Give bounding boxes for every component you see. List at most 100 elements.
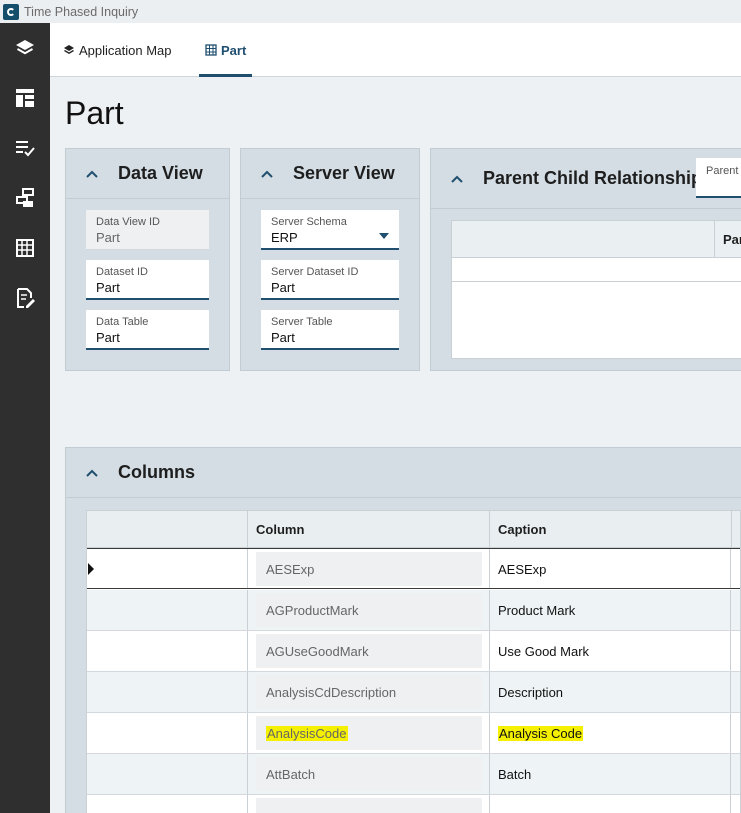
field-label: Data View ID bbox=[96, 216, 160, 228]
caption-cell[interactable] bbox=[489, 795, 731, 813]
caption-cell[interactable]: AESExp bbox=[489, 549, 731, 588]
row-selector[interactable] bbox=[87, 631, 247, 671]
caption-cell[interactable]: Product Mark bbox=[489, 590, 731, 630]
chevron-up-icon[interactable] bbox=[261, 168, 273, 180]
highlighted-text: AnalysisCode bbox=[266, 726, 348, 741]
column-value: AttBatch bbox=[256, 757, 482, 791]
column-cell[interactable]: AttBatch bbox=[247, 754, 489, 794]
table-row[interactable]: AnalysisCdDescription Description bbox=[87, 672, 740, 713]
field-label: Data Table bbox=[96, 316, 149, 328]
data-table-field[interactable]: Data Table Part bbox=[86, 310, 209, 350]
table-row[interactable]: AttBatch Batch bbox=[87, 754, 740, 795]
table-row[interactable] bbox=[452, 258, 741, 282]
app-logo-icon bbox=[3, 3, 19, 20]
grid-header: Parent bbox=[452, 221, 741, 258]
caption-cell[interactable]: Batch bbox=[489, 754, 731, 794]
chevron-up-icon[interactable] bbox=[86, 467, 98, 479]
column-header-next[interactable] bbox=[731, 511, 740, 548]
current-row-icon bbox=[88, 563, 94, 575]
dataset-id-field[interactable]: Dataset ID Part bbox=[86, 260, 209, 300]
data-view-header[interactable]: Data View bbox=[66, 149, 229, 199]
table-row[interactable]: AGUseGoodMark Use Good Mark bbox=[87, 631, 740, 672]
row-selector[interactable] bbox=[87, 754, 247, 794]
field-label: Server Table bbox=[271, 316, 333, 328]
column-cell[interactable]: AnalysisCdDescription bbox=[247, 672, 489, 712]
column-value bbox=[256, 798, 482, 813]
parent-filter-field[interactable]: Parent bbox=[696, 158, 741, 198]
hierarchy-icon[interactable] bbox=[10, 183, 40, 213]
column-header-column[interactable]: Column bbox=[247, 511, 489, 548]
tab-bar: Application Map Part bbox=[50, 23, 741, 77]
row-selector[interactable] bbox=[87, 713, 247, 753]
checklist-icon[interactable] bbox=[10, 133, 40, 163]
relationships-grid: Parent bbox=[451, 220, 741, 359]
layout-icon[interactable] bbox=[10, 83, 40, 113]
data-view-panel: Data View Data View ID Part Dataset ID P… bbox=[65, 148, 230, 371]
field-value[interactable]: Part bbox=[271, 279, 399, 297]
row-selector[interactable] bbox=[87, 672, 247, 712]
panel-title: Columns bbox=[118, 462, 196, 482]
server-table-field[interactable]: Server Table Part bbox=[261, 310, 399, 350]
column-cell[interactable] bbox=[247, 795, 489, 813]
field-value[interactable]: Part bbox=[271, 329, 399, 347]
layers-icon[interactable] bbox=[10, 33, 40, 63]
column-cell[interactable]: AGUseGoodMark bbox=[247, 631, 489, 671]
table-row[interactable] bbox=[87, 795, 740, 813]
page-title: Part bbox=[65, 95, 124, 131]
column-cell[interactable]: AGProductMark bbox=[247, 590, 489, 630]
row-selector[interactable] bbox=[87, 795, 247, 813]
dropdown-caret-icon[interactable] bbox=[379, 233, 389, 239]
tab-label: Application Map bbox=[79, 42, 172, 58]
column-value: AGUseGoodMark bbox=[256, 634, 482, 668]
server-dataset-id-field[interactable]: Server Dataset ID Part bbox=[261, 260, 399, 300]
row-selector[interactable] bbox=[87, 549, 247, 588]
chevron-up-icon[interactable] bbox=[451, 173, 463, 185]
column-value: AnalysisCdDescription bbox=[256, 675, 482, 709]
table-row[interactable]: AGProductMark Product Mark bbox=[87, 590, 740, 631]
tab-label: Part bbox=[221, 42, 247, 58]
columns-header[interactable]: Columns bbox=[66, 448, 741, 498]
column-value: AnalysisCode bbox=[256, 716, 482, 750]
field-label: Server Dataset ID bbox=[271, 266, 359, 278]
field-value: Part bbox=[96, 230, 120, 245]
table-row[interactable]: AESExp AESExp bbox=[87, 548, 740, 589]
panel-title: Parent Child Relationships bbox=[483, 168, 713, 188]
field-value[interactable]: Part bbox=[96, 279, 209, 297]
column-cell[interactable]: AnalysisCode bbox=[247, 713, 489, 753]
column-header-parent[interactable]: Parent bbox=[714, 221, 741, 258]
edit-document-icon[interactable] bbox=[10, 283, 40, 313]
relationships-header[interactable]: Parent Child Relationships bbox=[431, 149, 741, 209]
table-icon bbox=[205, 44, 217, 56]
table-icon[interactable] bbox=[10, 233, 40, 263]
field-value[interactable]: Part bbox=[96, 329, 209, 347]
grid-header: Column Caption bbox=[87, 511, 740, 548]
server-view-panel: Server View Server Schema ERP Server Dat… bbox=[240, 148, 420, 371]
row-selector[interactable] bbox=[87, 590, 247, 630]
field-label: Dataset ID bbox=[96, 266, 148, 278]
left-nav-rail bbox=[0, 23, 50, 813]
columns-panel: Columns Column Caption AESExp AESExp AGP… bbox=[65, 447, 741, 813]
layers-icon bbox=[64, 45, 74, 55]
tab-application-map[interactable]: Application Map bbox=[63, 23, 172, 77]
panel-title: Server View bbox=[293, 163, 395, 183]
chevron-up-icon[interactable] bbox=[86, 168, 98, 180]
caption-cell[interactable]: Analysis Code bbox=[489, 713, 731, 753]
caption-cell[interactable]: Use Good Mark bbox=[489, 631, 731, 671]
highlighted-text: Analysis Code bbox=[498, 726, 584, 741]
server-schema-dropdown[interactable]: Server Schema ERP bbox=[261, 210, 399, 250]
relationships-panel: Parent Child Relationships Parent Parent bbox=[430, 148, 741, 371]
field-label: Server Schema bbox=[271, 216, 347, 228]
columns-grid: Column Caption AESExp AESExp AGProductMa… bbox=[86, 510, 741, 813]
column-cell[interactable]: AESExp bbox=[247, 549, 489, 588]
window-title: Time Phased Inquiry bbox=[24, 4, 139, 19]
column-value: AESExp bbox=[256, 552, 482, 586]
server-view-header[interactable]: Server View bbox=[241, 149, 419, 199]
table-row[interactable]: AnalysisCode Analysis Code bbox=[87, 713, 740, 754]
column-header-selector[interactable] bbox=[87, 511, 247, 548]
panel-title: Data View bbox=[118, 163, 203, 183]
column-header-caption[interactable]: Caption bbox=[489, 511, 731, 548]
column-value: AGProductMark bbox=[256, 593, 482, 627]
tab-part[interactable]: Part bbox=[198, 23, 253, 77]
data-view-id-field: Data View ID Part bbox=[86, 210, 209, 250]
caption-cell[interactable]: Description bbox=[489, 672, 731, 712]
